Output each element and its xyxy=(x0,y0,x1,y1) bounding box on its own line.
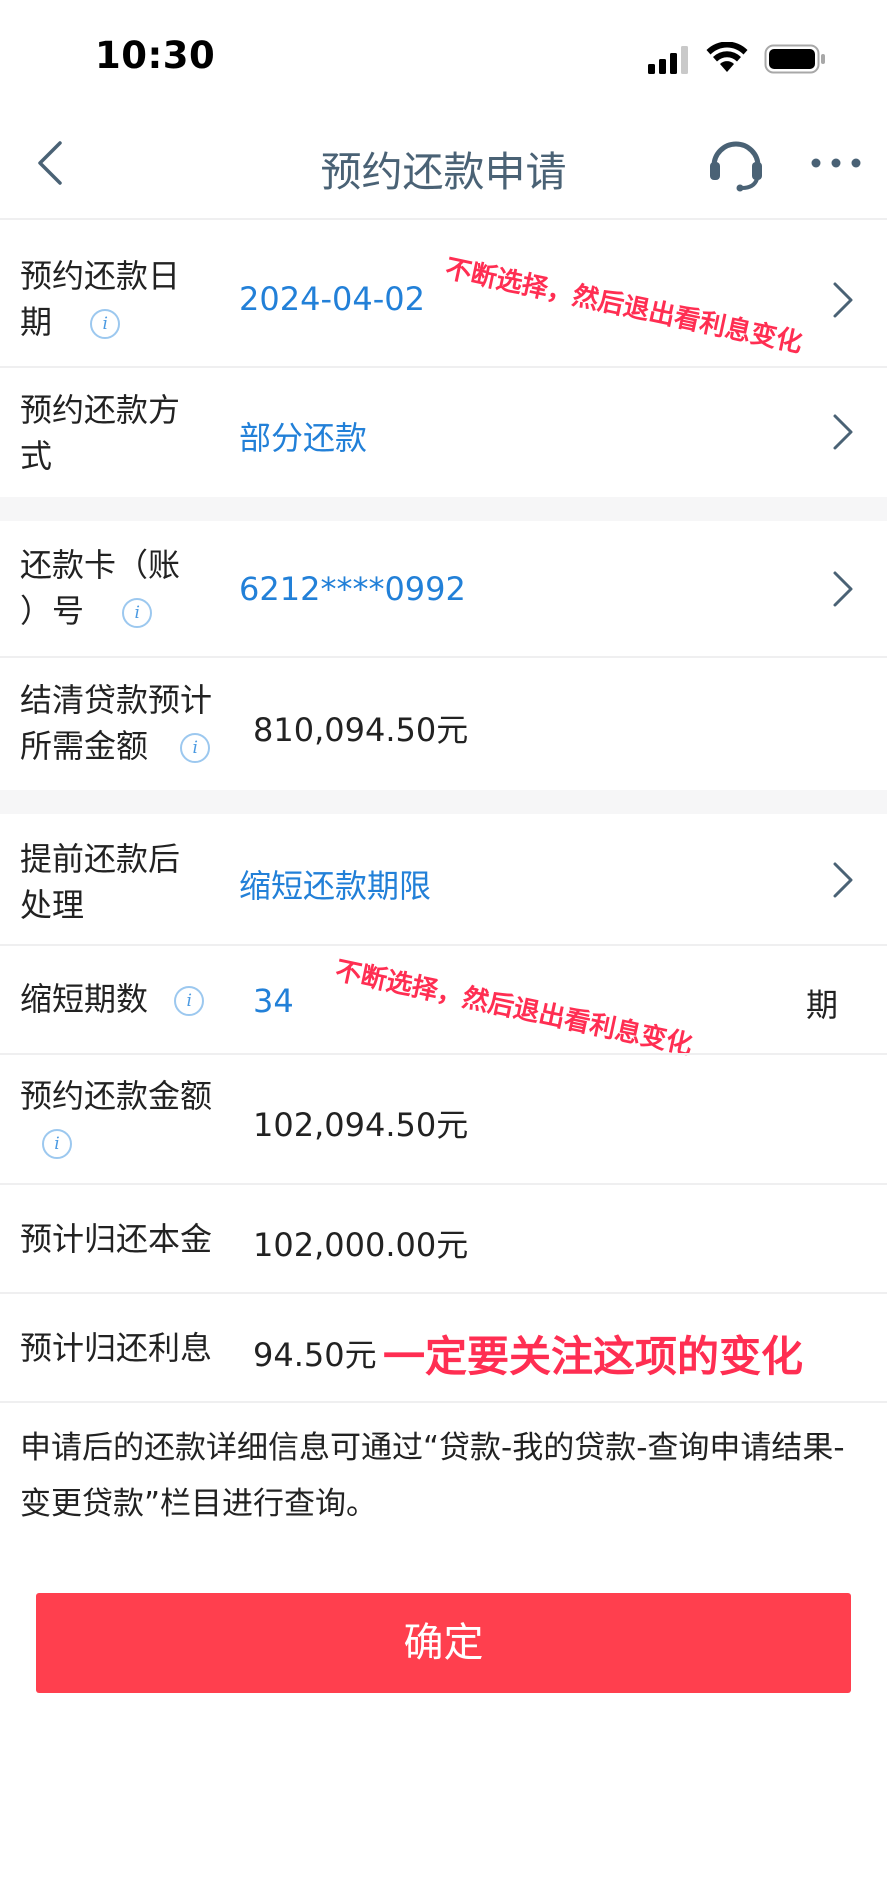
note-text: 申请后的还款详细信息可通过“贷款-我的贷款-查询申请结果-变更贷款”栏目进行查询… xyxy=(20,1430,845,1522)
row-divider xyxy=(0,656,887,658)
row-divider xyxy=(0,1183,887,1185)
headset-icon[interactable] xyxy=(706,132,766,192)
date-value[interactable]: 2024-04-02 xyxy=(239,280,425,318)
amount-value: 102,094.50元 xyxy=(253,1106,469,1144)
annotation-middle: 不断选择，然后退出看利息变化 xyxy=(332,955,695,1061)
nav-divider xyxy=(0,218,887,220)
periods-input[interactable]: 34 xyxy=(253,982,294,1020)
row-divider xyxy=(0,1401,887,1403)
chevron-right-icon[interactable] xyxy=(827,569,857,609)
card-label: 还款卡（账 ）号 i xyxy=(20,546,181,630)
amount-label: 预约还款金额 i xyxy=(20,1073,212,1165)
interest-value: 94.50元 xyxy=(253,1336,377,1374)
annotation-interest: 一定要关注这项的变化 xyxy=(383,1332,804,1381)
date-label: 预约还款日 期 i xyxy=(20,257,181,341)
method-label: 预约还款方 式 xyxy=(20,391,181,475)
row-divider xyxy=(0,1292,887,1294)
principal-label: 预计归还本金 xyxy=(20,1220,213,1258)
status-time: 10:30 xyxy=(95,34,216,77)
row-divider xyxy=(0,366,887,368)
method-value[interactable]: 部分还款 xyxy=(239,413,367,459)
annotation-top: 不断选择，然后退出看利息变化 xyxy=(442,253,805,359)
settle-label: 结清贷款预计 所需金额 i xyxy=(20,681,213,765)
principal-value: 102,000.00元 xyxy=(253,1226,469,1264)
info-icon[interactable]: i xyxy=(42,1129,72,1159)
after-value[interactable]: 缩短还款期限 xyxy=(239,861,431,907)
section-gap xyxy=(0,790,887,814)
info-icon[interactable]: i xyxy=(174,986,205,1016)
info-icon[interactable]: i xyxy=(180,733,211,763)
info-icon[interactable]: i xyxy=(90,309,121,339)
row-divider xyxy=(0,1053,887,1055)
settle-value: 810,094.50元 xyxy=(253,711,469,749)
after-label: 提前还款后 处理 xyxy=(20,840,181,924)
info-icon[interactable]: i xyxy=(122,598,153,628)
section-gap xyxy=(0,497,887,521)
chevron-right-icon[interactable] xyxy=(827,860,857,900)
chevron-right-icon[interactable] xyxy=(827,280,857,320)
wifi-icon xyxy=(706,42,748,72)
row-divider xyxy=(0,944,887,946)
interest-label: 预计归还利息 xyxy=(20,1329,213,1367)
battery-icon xyxy=(764,44,825,74)
periods-unit: 期 xyxy=(806,986,839,1024)
signal-icon xyxy=(648,46,688,74)
periods-label: 缩短期数 i xyxy=(20,976,205,1022)
more-icon[interactable] xyxy=(810,157,862,169)
chevron-right-icon[interactable] xyxy=(827,412,857,452)
confirm-button[interactable]: 确定 xyxy=(36,1593,851,1693)
card-value[interactable]: 6212****0992 xyxy=(239,570,466,608)
